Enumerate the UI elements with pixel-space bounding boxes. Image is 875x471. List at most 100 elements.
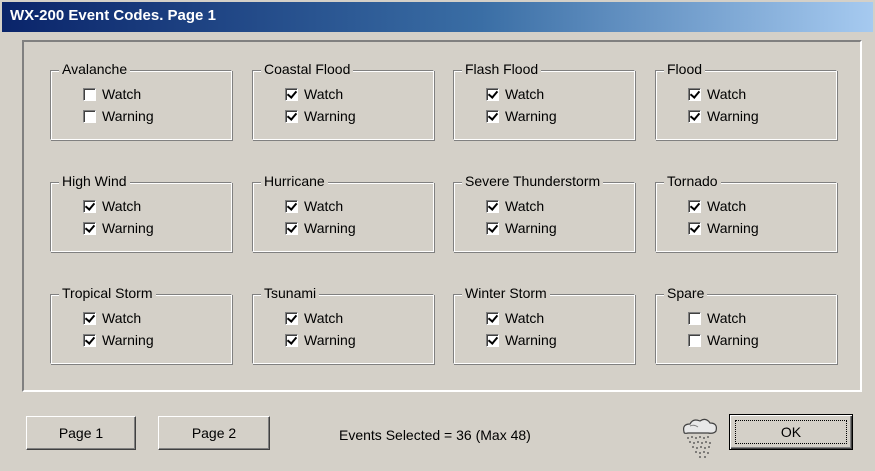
checkbox-box[interactable] [688, 333, 701, 347]
checkbox-box[interactable] [285, 333, 298, 347]
avalanche-warning-checkbox[interactable]: Warning [83, 107, 154, 125]
checkbox-box[interactable] [486, 199, 499, 213]
checkbox-box[interactable] [83, 199, 96, 213]
checkbox-box[interactable] [688, 311, 701, 325]
group-label: Tsunami [261, 285, 320, 302]
group-spare: Spare Watch Warning [655, 285, 837, 364]
checkbox-label: Watch [505, 198, 545, 214]
checkbox-box[interactable] [688, 87, 701, 101]
tornado-warning-checkbox[interactable]: Warning [688, 219, 759, 237]
group-label: High Wind [59, 173, 130, 190]
checkbox-label: Watch [707, 198, 747, 214]
flash-flood-watch-checkbox[interactable]: Watch [486, 85, 544, 103]
checkbox-box[interactable] [83, 87, 96, 101]
group-coastal-flood: Coastal Flood Watch Warning [252, 61, 434, 140]
checkbox-box[interactable] [486, 221, 499, 235]
ok-button[interactable]: OK [729, 414, 853, 450]
checkbox-label: Warning [707, 108, 759, 124]
checkbox-box[interactable] [486, 333, 499, 347]
checkbox-label: Warning [707, 220, 759, 236]
checkbox-box[interactable] [486, 311, 499, 325]
group-avalanche: Avalanche Watch Warning [50, 61, 232, 140]
spare-warning-checkbox[interactable]: Warning [688, 331, 759, 349]
checkbox-box[interactable] [285, 199, 298, 213]
checkbox-box[interactable] [83, 109, 96, 123]
flood-watch-checkbox[interactable]: Watch [688, 85, 746, 103]
hurricane-watch-checkbox[interactable]: Watch [285, 197, 343, 215]
checkbox-box[interactable] [83, 311, 96, 325]
page-1-label: Page 1 [58, 425, 104, 441]
group-tropical-storm: Tropical Storm Watch Warning [50, 285, 232, 364]
events-selected-status: Events Selected = 36 (Max 48) [339, 427, 531, 443]
group-high-wind: High Wind Watch Warning [50, 173, 232, 252]
coastal-flood-warning-checkbox[interactable]: Warning [285, 107, 356, 125]
checkbox-box[interactable] [486, 87, 499, 101]
severe-thunderstorm-watch-checkbox[interactable]: Watch [486, 197, 544, 215]
checkbox-label: Warning [505, 108, 557, 124]
window-title: WX-200 Event Codes. Page 1 [10, 7, 216, 24]
event-groups-panel: Avalanche Watch Warning Coastal Flood Watch W… [22, 40, 862, 392]
high-wind-watch-checkbox[interactable]: Watch [83, 197, 141, 215]
group-label: Flash Flood [462, 61, 542, 78]
winter-storm-warning-checkbox[interactable]: Warning [486, 331, 557, 349]
checkbox-label: Warning [304, 332, 356, 348]
event-codes-window: WX-200 Event Codes. Page 1 Avalanche Watc… [0, 0, 875, 471]
checkbox-label: Watch [707, 86, 747, 102]
page-2-button[interactable]: Page 2 [158, 416, 270, 450]
checkbox-box[interactable] [688, 109, 701, 123]
tsunami-warning-checkbox[interactable]: Warning [285, 331, 356, 349]
severe-thunderstorm-warning-checkbox[interactable]: Warning [486, 219, 557, 237]
group-winter-storm: Winter Storm Watch Warning [453, 285, 635, 364]
group-label: Spare [664, 285, 708, 302]
title-bar[interactable]: WX-200 Event Codes. Page 1 [2, 2, 873, 32]
checkbox-label: Warning [102, 332, 154, 348]
checkbox-label: Watch [304, 198, 344, 214]
group-label: Coastal Flood [261, 61, 354, 78]
high-wind-warning-checkbox[interactable]: Warning [83, 219, 154, 237]
group-hurricane: Hurricane Watch Warning [252, 173, 434, 252]
group-tsunami: Tsunami Watch Warning [252, 285, 434, 364]
group-flood: Flood Watch Warning [655, 61, 837, 140]
checkbox-label: Warning [102, 108, 154, 124]
coastal-flood-watch-checkbox[interactable]: Watch [285, 85, 343, 103]
spare-watch-checkbox[interactable]: Watch [688, 309, 746, 327]
checkbox-label: Warning [707, 332, 759, 348]
checkbox-box[interactable] [688, 221, 701, 235]
rain-cloud-icon [683, 418, 717, 458]
checkbox-box[interactable] [83, 221, 96, 235]
tornado-watch-checkbox[interactable]: Watch [688, 197, 746, 215]
checkbox-label: Watch [707, 310, 747, 326]
tropical-storm-watch-checkbox[interactable]: Watch [83, 309, 141, 327]
group-label: Hurricane [261, 173, 328, 190]
checkbox-box[interactable] [285, 109, 298, 123]
page-1-button[interactable]: Page 1 [26, 416, 136, 450]
checkbox-label: Watch [304, 310, 344, 326]
page-2-label: Page 2 [191, 425, 237, 441]
group-label: Severe Thunderstorm [462, 173, 604, 190]
checkbox-label: Watch [102, 310, 142, 326]
focus-rectangle [735, 420, 847, 444]
group-label: Flood [664, 61, 706, 78]
checkbox-box[interactable] [285, 87, 298, 101]
avalanche-watch-checkbox[interactable]: Watch [83, 85, 141, 103]
group-flash-flood: Flash Flood Watch Warning [453, 61, 635, 140]
flash-flood-warning-checkbox[interactable]: Warning [486, 107, 557, 125]
checkbox-label: Warning [102, 220, 154, 236]
hurricane-warning-checkbox[interactable]: Warning [285, 219, 356, 237]
checkbox-label: Watch [304, 86, 344, 102]
checkbox-label: Warning [505, 332, 557, 348]
group-label: Tornado [664, 173, 721, 190]
checkbox-box[interactable] [285, 311, 298, 325]
checkbox-label: Warning [304, 220, 356, 236]
checkbox-box[interactable] [688, 199, 701, 213]
winter-storm-watch-checkbox[interactable]: Watch [486, 309, 544, 327]
tsunami-watch-checkbox[interactable]: Watch [285, 309, 343, 327]
flood-warning-checkbox[interactable]: Warning [688, 107, 759, 125]
checkbox-box[interactable] [83, 333, 96, 347]
checkbox-box[interactable] [285, 221, 298, 235]
tropical-storm-warning-checkbox[interactable]: Warning [83, 331, 154, 349]
checkbox-label: Watch [102, 198, 142, 214]
checkbox-label: Watch [102, 86, 142, 102]
checkbox-box[interactable] [486, 109, 499, 123]
checkbox-label: Watch [505, 86, 545, 102]
